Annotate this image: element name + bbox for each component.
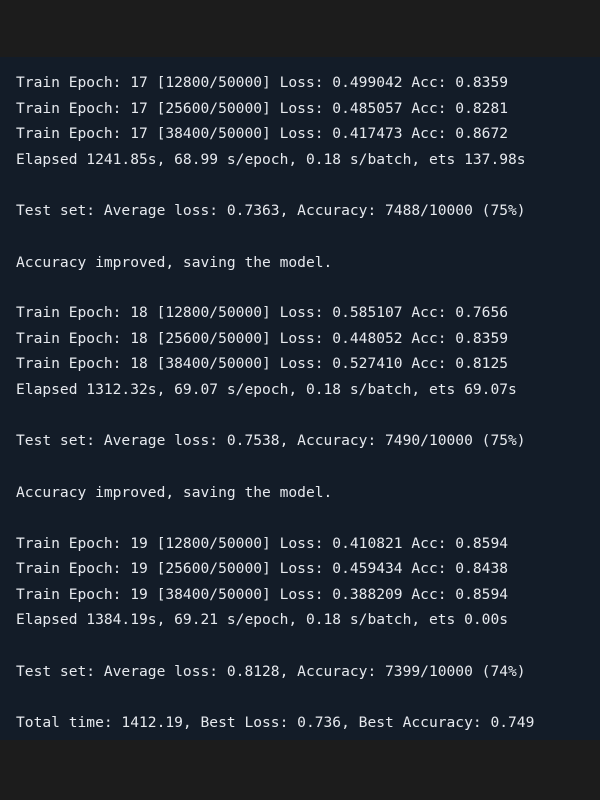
log-line-elapsed-17: Elapsed 1241.85s, 68.99 s/epoch, 0.18 s/… (16, 151, 526, 168)
log-line-total-time: Total time: 1412.19, Best Loss: 0.736, B… (16, 714, 535, 731)
log-line-elapsed-18: Elapsed 1312.32s, 69.07 s/epoch, 0.18 s/… (16, 381, 517, 398)
log-line-train-epoch-19-2: Train Epoch: 19 [25600/50000] Loss: 0.45… (16, 560, 509, 577)
log-line-train-epoch-18-1: Train Epoch: 18 [12800/50000] Loss: 0.58… (16, 304, 509, 321)
log-line-train-epoch-17-2: Train Epoch: 17 [25600/50000] Loss: 0.48… (16, 100, 509, 117)
log-line-train-epoch-17-3: Train Epoch: 17 [38400/50000] Loss: 0.41… (16, 125, 509, 142)
log-line-train-epoch-19-3: Train Epoch: 19 [38400/50000] Loss: 0.38… (16, 586, 509, 603)
log-line-test-set-19: Test set: Average loss: 0.8128, Accuracy… (16, 663, 526, 680)
log-line-test-set-18: Test set: Average loss: 0.7538, Accuracy… (16, 432, 526, 449)
log-line-accuracy-improved-17: Accuracy improved, saving the model. (16, 254, 333, 271)
log-line-elapsed-19: Elapsed 1384.19s, 69.21 s/epoch, 0.18 s/… (16, 611, 509, 628)
log-line-train-epoch-17-1: Train Epoch: 17 [12800/50000] Loss: 0.49… (16, 74, 509, 91)
log-line-test-set-17: Test set: Average loss: 0.7363, Accuracy… (16, 202, 526, 219)
log-line-train-epoch-18-3: Train Epoch: 18 [38400/50000] Loss: 0.52… (16, 355, 509, 372)
terminal-output: Train Epoch: 17 [12800/50000] Loss: 0.49… (0, 57, 600, 740)
log-line-train-epoch-19-1: Train Epoch: 19 [12800/50000] Loss: 0.41… (16, 535, 509, 552)
log-line-accuracy-improved-18: Accuracy improved, saving the model. (16, 484, 333, 501)
log-line-train-epoch-18-2: Train Epoch: 18 [25600/50000] Loss: 0.44… (16, 330, 509, 347)
